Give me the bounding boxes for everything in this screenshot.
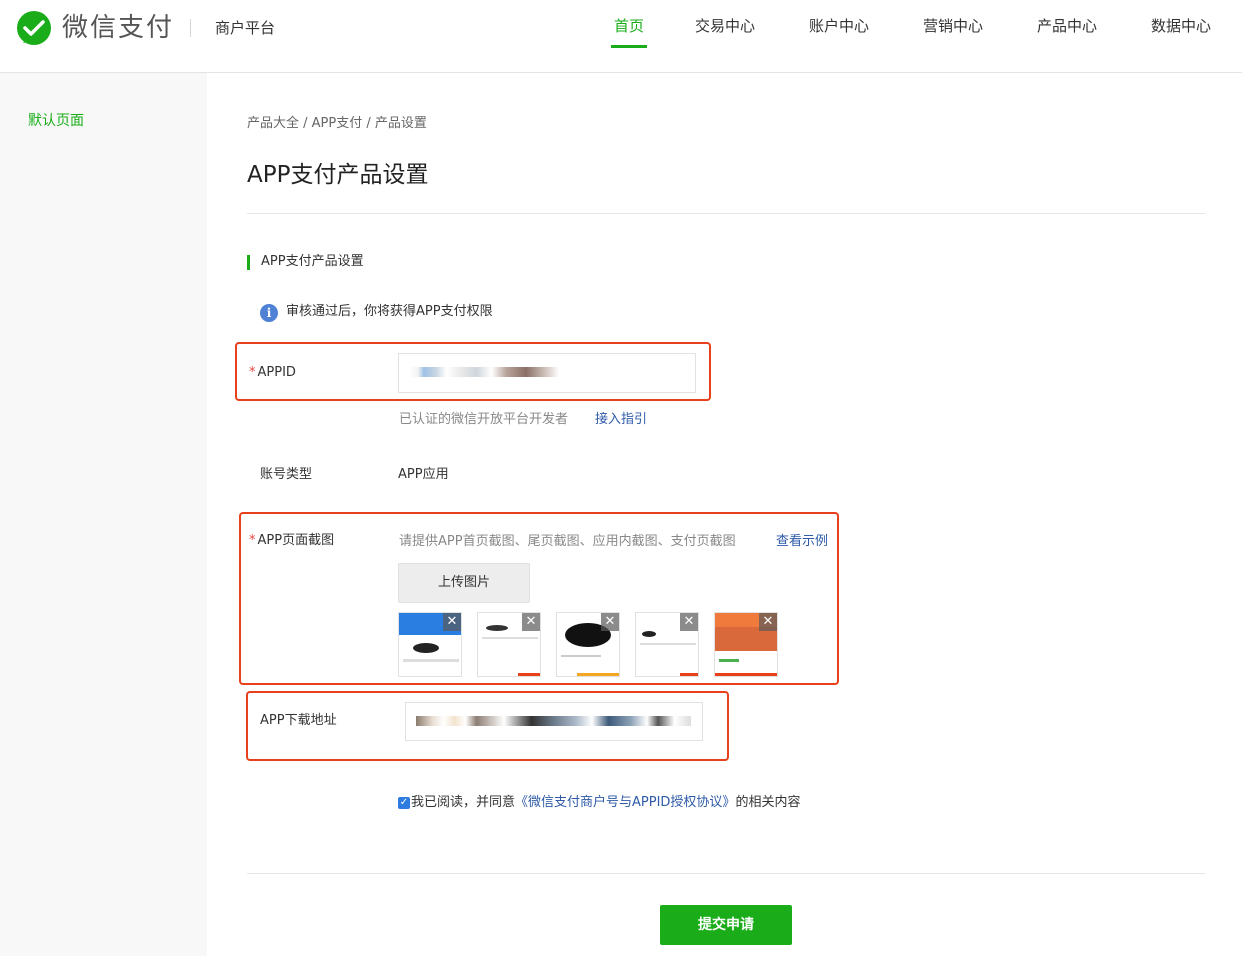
- section-marker: [247, 255, 250, 270]
- sidebar-item-default-page[interactable]: 默认页面: [28, 111, 84, 131]
- footer-divider: [247, 873, 1205, 874]
- screenshot-thumbnail[interactable]: ✕: [556, 612, 620, 677]
- agreement-prefix: 我已阅读，并同意: [411, 795, 516, 810]
- screenshot-label: * APP页面截图: [249, 531, 334, 551]
- thumbnail-image: [561, 655, 601, 657]
- screenshot-hint: 请提供APP首页截图、尾页截图、应用内截图、支付页截图: [399, 534, 736, 549]
- integration-guide-link[interactable]: 接入指引: [595, 410, 647, 430]
- view-example-link[interactable]: 查看示例: [776, 532, 828, 552]
- thumbnail-image: [577, 673, 619, 676]
- section-title: APP支付产品设置: [261, 254, 364, 269]
- account-type-value: APP应用: [398, 467, 449, 482]
- nav-marketing-center[interactable]: 营销中心: [923, 15, 983, 37]
- agreement-link[interactable]: 《微信支付商户号与APPID授权协议》: [515, 795, 735, 810]
- nav-account-center[interactable]: 账户中心: [809, 15, 869, 37]
- agreement-suffix: 的相关内容: [735, 795, 801, 810]
- thumbnail-image: [719, 659, 739, 662]
- info-notice: 审核通过后，你将获得APP支付权限: [286, 304, 493, 319]
- download-url-label: APP下载地址: [260, 713, 337, 728]
- thumbnail-image: [680, 673, 698, 676]
- required-mark: *: [249, 365, 256, 380]
- brand-name: 微信支付: [62, 13, 175, 43]
- top-header: 微信支付 商户平台 首页 交易中心 账户中心 营销中心 产品中心 数据中心: [0, 0, 1242, 73]
- required-mark: *: [249, 533, 256, 548]
- screenshot-thumbnail[interactable]: ✕: [477, 612, 541, 677]
- screenshot-thumbnail[interactable]: ✕: [398, 612, 462, 677]
- redacted-value: [409, 366, 559, 377]
- nav-product-center[interactable]: 产品中心: [1037, 15, 1097, 37]
- remove-icon[interactable]: ✕: [680, 613, 698, 631]
- thumbnail-image: [486, 625, 508, 631]
- thumbnail-image: [403, 659, 459, 662]
- thumbnail-image: [715, 673, 777, 676]
- thumbnail-image: [413, 643, 439, 653]
- account-type-label: 账号类型: [260, 467, 313, 482]
- wechat-pay-logo-icon[interactable]: [15, 10, 53, 48]
- redacted-value: [416, 715, 691, 726]
- breadcrumb: 产品大全 / APP支付 / 产品设置: [247, 116, 427, 131]
- thumbnail-image: [482, 637, 538, 639]
- upload-image-button[interactable]: 上传图片: [398, 563, 530, 603]
- remove-icon[interactable]: ✕: [759, 613, 777, 631]
- screenshot-thumbnail[interactable]: ✕: [714, 612, 778, 677]
- thumbnail-image: [642, 631, 656, 637]
- appid-input[interactable]: [398, 353, 696, 393]
- remove-icon[interactable]: ✕: [601, 613, 619, 631]
- header-divider: [190, 19, 191, 37]
- thumbnail-image: [518, 673, 540, 676]
- appid-label-text: APPID: [257, 365, 296, 380]
- screenshot-thumbnail[interactable]: ✕: [635, 612, 699, 677]
- title-divider: [247, 213, 1205, 214]
- download-url-input[interactable]: [405, 702, 703, 741]
- appid-hint: 已认证的微信开放平台开发者: [399, 412, 569, 427]
- platform-name: 商户平台: [215, 19, 276, 37]
- nav-data-center[interactable]: 数据中心: [1151, 15, 1211, 37]
- page-title: APP支付产品设置: [247, 162, 429, 188]
- agreement-checkbox[interactable]: ✓: [398, 797, 410, 809]
- agreement-text: 我已阅读，并同意《微信支付商户号与APPID授权协议》的相关内容: [411, 793, 800, 813]
- nav-active-indicator: [611, 45, 647, 48]
- submit-application-button[interactable]: 提交申请: [660, 905, 792, 945]
- thumbnail-image: [640, 643, 696, 645]
- remove-icon[interactable]: ✕: [522, 613, 540, 631]
- info-icon: i: [260, 304, 278, 322]
- appid-label: * APPID: [249, 363, 296, 383]
- screenshot-label-text: APP页面截图: [257, 533, 335, 548]
- nav-trade-center[interactable]: 交易中心: [695, 15, 755, 37]
- nav-home[interactable]: 首页: [614, 15, 644, 37]
- sidebar: 默认页面: [0, 73, 207, 956]
- remove-icon[interactable]: ✕: [443, 613, 461, 631]
